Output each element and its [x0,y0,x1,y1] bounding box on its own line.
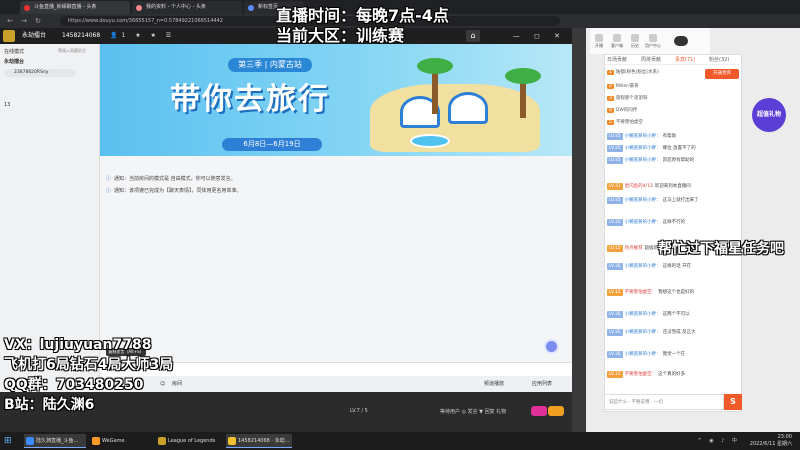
recharge-button[interactable] [548,406,564,416]
chat-message: LV.31 星闪鱼的4/13 欢迎来到本直播间 [607,183,691,190]
tab-fans[interactable]: 粉丝(32) [709,55,729,65]
toolbar-apps[interactable]: 应用列表 [532,376,552,392]
banner-season: 第三季 | 内蒙古站 [228,58,312,72]
send-button[interactable]: S [724,394,742,410]
clock-date: 2022/6/11 星期六 [749,441,792,447]
gift-button[interactable] [531,406,547,416]
sidebar-mode[interactable]: 在线模式 [4,48,24,55]
taskbar-item[interactable]: 陆久渊直播_斗鱼... [24,434,86,448]
notice-2: ⓘ 通知：该项遵已完成为【聊天表情】，同体用更名用单准。 [106,188,242,194]
rank-row: 4 DW的同伴 [607,108,638,113]
banner-dates: 6月8日—6月19日 [222,138,322,151]
chat-message: LV.35 小狮逃萝的小胖： 有帮助 [607,133,677,140]
taskbar-item[interactable]: 1458214068 · 永劫... [226,434,292,448]
system-tray[interactable]: ^ ◉ ♪ 中 [697,437,740,444]
pool-illustration [410,134,450,148]
rank-row: 5 不要害怕虚空 [607,120,643,125]
tab-favicon-icon [24,5,30,11]
notice-1: ⓘ 通知：当前房间的模式是 自由模式，你可以随意发言。 [106,176,236,182]
clock[interactable]: 23:00 2022/6/11 星期六 [750,434,792,448]
feature-3-icon[interactable]: 历史 [626,34,644,49]
chat-message: LV.35 小狮逃萝的小胖： 这马上就打出来了 [607,197,699,204]
feature-2-icon[interactable]: 客户端 [608,34,626,49]
arrow-right-icon[interactable]: → [20,17,28,25]
qq-bottom-toolbar: ☺ 房间 频道播放 应用列表 [100,376,572,392]
tab-daily[interactable]: 日场贡献 [607,55,627,65]
clock-time: 23:00 [777,434,792,440]
taskbar-item[interactable]: WeGame [90,434,152,448]
panel-tabs: 日场贡献 周排贡献 贵宾(71) 粉丝(32) [605,55,743,65]
streamer-avatar[interactable] [674,36,688,46]
tab-favicon-icon [248,5,254,11]
sidebar-member[interactable]: 23878620RSny [4,69,76,77]
join-vip-button[interactable]: 开通贵宾 [705,69,739,79]
arrow-left-icon[interactable]: ← [6,17,14,25]
toolbar-smile-icon[interactable]: ☺ [160,376,165,392]
live-chat-panel: 日场贡献 周排贡献 贵宾(71) 粉丝(32) 开通贵宾 1 陆都(粉色)粉丝(水… [604,54,743,412]
assistant-icon[interactable] [544,339,559,354]
sidebar-count: 13 [4,102,11,108]
live-top-icons: 开播 客户端 历史 用户中心 [590,28,710,54]
chat-message: LV.15 不要害怕虚空： 我想这个也是好的 [607,289,695,296]
home-icon[interactable]: ⌂ [466,30,480,42]
room-logo-icon [3,30,15,42]
lower-status: 等待用户 ◎ 发言 ▼ 回复 礼物 [440,409,507,415]
rank-row: 1 陆都(粉色)粉丝(水系) [607,70,659,75]
room-number: 1458214068 [62,32,101,39]
palm-leaves-illustration [505,68,541,84]
window-controls[interactable]: — ◻ ✕ [513,28,566,44]
tab-label: 我的资料 - 个人中心 - 头条 [146,4,206,10]
tab-weekly[interactable]: 周排贡献 [641,55,661,65]
overlay-region: 当前大区：训练赛 [276,26,405,45]
feature-1-icon[interactable]: 开播 [590,34,608,49]
rank-row: 2 Miller/豪哥 [607,84,639,89]
feature-4-icon[interactable]: 用户中心 [644,34,662,49]
yurt-illustration [448,92,488,124]
gift-promo-icon[interactable]: 超值礼物 [752,98,786,132]
tab-label: 新标签页 [258,4,279,10]
live-chat-input[interactable]: 说些什么 - 不要说哦 · 一切 [604,394,724,410]
chat-message: LV.35 小狮逃萝的小胖： 这样不行的 [607,219,686,226]
chat-message: LV.25 小狮逃萝的小胖： 哪位 放置不了的 [607,145,696,152]
chat-message: LV.35 小狮逃萝的小胖： 这两个不可以 [607,311,690,318]
title-status-icons[interactable]: 👤1 ★ ★ ☰ [110,28,175,44]
toolbar-room-label[interactable]: 房间 [172,376,182,392]
taskbar: ⊞ 陆久渊直播_斗鱼... WeGame League of Legends 1… [0,432,800,450]
browser-tab-1[interactable]: 斗鱼直播_就缘聊直播 - 头条 [20,1,130,14]
room-name: 永劫擂台 [22,32,47,39]
overlay-bilibili: B站：陆久渊6 [4,397,95,413]
event-banner[interactable]: 第三季 | 内蒙古站 带你去旅行 6月8日—6月19日 [100,44,572,156]
sidebar-group[interactable]: 永劫擂台 [4,58,24,65]
tab-label: 斗鱼直播_就缘聊直播 - 头条 [34,4,97,10]
tab-favicon-icon [136,5,142,11]
chat-message: LV.35 小狮逃萝的小胖： 还没完成 反正大 [607,329,696,336]
browser-tab-2[interactable]: 我的资料 - 个人中心 - 头条 [132,1,242,14]
tab-vip[interactable]: 贵宾(71) [675,55,695,65]
refresh-icon[interactable]: ↻ [34,17,42,25]
overlay-qq-group: QQ群：703480250 [4,377,144,393]
lower-level: LV.7 / 5 [350,408,368,414]
palm-leaves-illustration [417,58,453,74]
overlay-vx: VX：lujiuyuan7788 [4,337,152,353]
windows-start-icon[interactable]: ⊞ [4,436,14,446]
live-gutter [572,28,586,432]
banner-title: 带你去旅行 [170,82,330,117]
taskbar-item[interactable]: League of Legends [156,434,222,448]
sidebar-hint: 等候入同赛区位 [58,48,86,53]
overlay-help: 帮忙过下福星任务吧 [658,241,784,257]
rank-row: 3 旅程那个弟弟呀 [607,96,648,101]
overlay-record: 飞机打6局钻石4局大师3局 [4,357,174,373]
screen: 斗鱼直播_就缘聊直播 - 头条 我的资料 - 个人中心 - 头条 新标签页 ← … [0,0,800,450]
chat-message: LV.35 小狮逃萝的小胖： 我觉一个在 [607,351,686,358]
chat-message: LV.35 小狮逃萝的小胖： 这样的话 开在 [607,263,692,270]
chat-message: LV.15 不要害怕虚空： 这个真的好多 [607,371,686,378]
toolbar-stream[interactable]: 频道播放 [484,376,504,392]
chat-message: LV.35 小狮逃萝的小胖： 昂您原有帮助的 [607,157,695,164]
